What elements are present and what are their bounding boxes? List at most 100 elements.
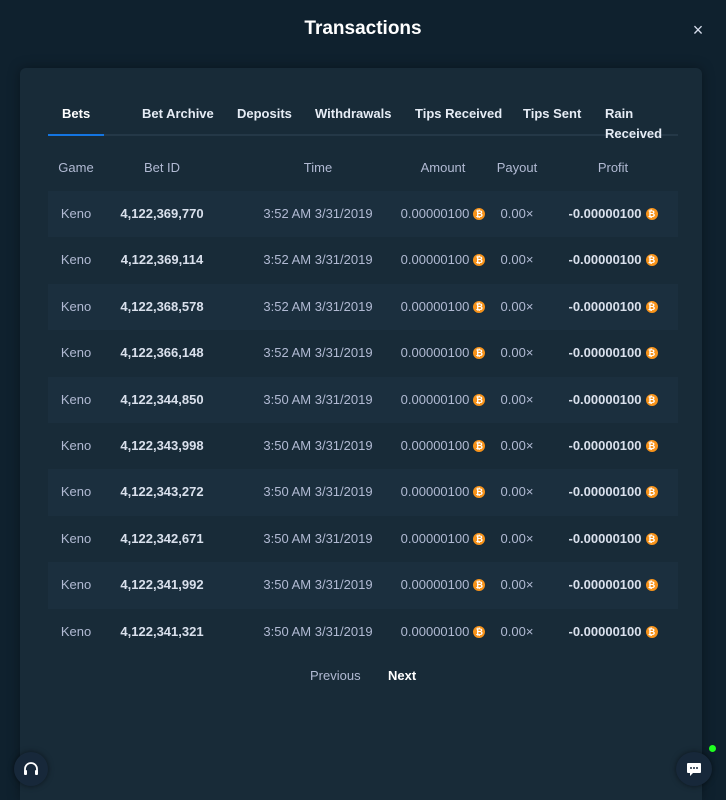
cell-profit-text: -0.00000100	[568, 484, 642, 500]
cell-amount-text: 0.00000100	[400, 252, 470, 268]
cell-time-text: 3:52 AM 3/31/2019	[263, 298, 373, 314]
cell-bet-id-text: 4,122,344,850	[120, 391, 204, 407]
cell-time-text: 3:52 AM 3/31/2019	[263, 252, 373, 268]
cell-profit: -0.00000100	[548, 252, 678, 268]
cell-profit-text: -0.00000100	[568, 530, 642, 546]
cell-game-text: Keno	[60, 391, 92, 407]
table-row[interactable]: Keno 4,122,343,272 3:50 AM 3/31/2019 0.0000…	[48, 469, 678, 516]
cell-payout: 0.00×	[494, 438, 540, 454]
header-payout: Payout	[496, 160, 538, 175]
support-button[interactable]	[14, 752, 48, 786]
transactions-panel: Bets Bet Archive Deposits Withdrawals Ti…	[20, 68, 702, 800]
cell-game-text: Keno	[60, 484, 92, 500]
bitcoin-icon	[473, 579, 486, 592]
cell-profit-text: -0.00000100	[568, 252, 642, 268]
tab-tips-sent[interactable]: Tips Sent	[523, 104, 581, 134]
cell-profit: -0.00000100	[548, 531, 678, 547]
table-row[interactable]: Keno 4,122,369,770 3:52 AM 3/31/2019 0.0000…	[48, 191, 678, 238]
tab-deposits[interactable]: Deposits	[237, 104, 292, 134]
cell-payout: 0.00×	[494, 392, 540, 408]
tab-withdrawals[interactable]: Withdrawals	[315, 104, 391, 134]
cell-game-text: Keno	[60, 252, 92, 268]
cell-payout: 0.00×	[494, 252, 540, 268]
cell-profit-text: -0.00000100	[568, 577, 642, 593]
cell-payout-text: 0.00×	[500, 391, 534, 407]
bitcoin-icon	[473, 347, 486, 360]
cell-game: Keno	[48, 392, 104, 408]
cell-bet-id: 4,122,342,671	[112, 531, 212, 547]
bitcoin-icon	[473, 532, 486, 545]
chat-icon	[687, 763, 701, 776]
cell-payout-text: 0.00×	[500, 437, 534, 453]
tab-rain-received[interactable]: Rain Received	[605, 104, 678, 141]
cell-amount-text: 0.00000100	[400, 577, 470, 593]
bitcoin-icon	[645, 579, 658, 592]
cell-bet-id: 4,122,343,998	[112, 438, 212, 454]
tab-bet-archive[interactable]: Bet Archive	[142, 104, 214, 134]
cell-time-text: 3:50 AM 3/31/2019	[263, 577, 373, 593]
cell-profit-text: -0.00000100	[568, 623, 642, 639]
cell-game-text: Keno	[60, 623, 92, 639]
cell-amount-text: 0.00000100	[400, 391, 470, 407]
cell-bet-id-text: 4,122,343,998	[120, 437, 204, 453]
cell-payout-text: 0.00×	[500, 298, 534, 314]
table-row[interactable]: Keno 4,122,344,850 3:50 AM 3/31/2019 0.0000…	[48, 376, 678, 423]
header-game: Game	[58, 160, 94, 175]
cell-payout: 0.00×	[494, 484, 540, 500]
cell-amount-text: 0.00000100	[400, 206, 470, 221]
cell-amount-text: 0.00000100	[400, 530, 470, 546]
table-row[interactable]: Keno 4,122,366,148 3:52 AM 3/31/2019 0.0000…	[48, 330, 678, 376]
cell-amount-text: 0.00000100	[400, 484, 470, 500]
cell-game-text: Keno	[60, 437, 92, 453]
bitcoin-icon	[473, 625, 486, 638]
cell-payout-text: 0.00×	[500, 252, 534, 268]
tab-bets[interactable]: Bets	[47, 104, 105, 136]
cell-game: Keno	[48, 484, 104, 500]
bitcoin-icon	[473, 393, 486, 406]
table-row[interactable]: Keno 4,122,342,671 3:50 AM 3/31/2019 0.0000…	[48, 516, 678, 562]
table-row[interactable]: Keno 4,122,368,578 3:52 AM 3/31/2019 0.0000…	[48, 283, 678, 331]
cell-payout: 0.00×	[494, 206, 540, 222]
cell-profit: -0.00000100	[548, 484, 678, 500]
cell-game-text: Keno	[60, 345, 92, 361]
cell-time-text: 3:50 AM 3/31/2019	[263, 484, 373, 500]
bitcoin-icon	[645, 532, 658, 545]
cell-profit: -0.00000100	[548, 206, 678, 222]
previous-button[interactable]: Previous	[310, 668, 361, 683]
chat-button[interactable]	[676, 752, 712, 786]
bitcoin-icon	[473, 208, 486, 220]
bitcoin-icon	[645, 486, 658, 499]
cell-game: Keno	[48, 206, 104, 222]
cell-time-text: 3:52 AM 3/31/2019	[263, 345, 373, 361]
cell-bet-id: 4,122,341,321	[112, 624, 212, 640]
table-row[interactable]: Keno 4,122,369,114 3:52 AM 3/31/2019 0.0000…	[48, 237, 678, 283]
table-row[interactable]: Keno 4,122,341,321 3:50 AM 3/31/2019 0.0000…	[48, 609, 678, 655]
cell-bet-id-text: 4,122,341,992	[120, 577, 204, 593]
cell-game: Keno	[48, 252, 104, 268]
cell-profit: -0.00000100	[548, 577, 678, 593]
headset-icon	[24, 762, 38, 775]
next-button[interactable]: Next	[388, 668, 416, 683]
online-status-dot	[709, 745, 716, 752]
bitcoin-icon	[473, 300, 486, 313]
cell-amount-text: 0.00000100	[400, 345, 470, 361]
cell-bet-id: 4,122,366,148	[112, 345, 212, 361]
cell-bet-id-text: 4,122,342,671	[120, 530, 204, 546]
bitcoin-icon	[645, 300, 658, 313]
cell-payout-text: 0.00×	[500, 530, 534, 546]
bitcoin-icon	[645, 347, 658, 360]
cell-bet-id: 4,122,369,770	[112, 206, 212, 222]
bitcoin-icon	[473, 439, 486, 452]
cell-bet-id-text: 4,122,368,578	[120, 298, 204, 314]
close-icon[interactable]: ×	[690, 20, 706, 40]
cell-profit-text: -0.00000100	[568, 437, 642, 453]
cell-profit: -0.00000100	[548, 438, 678, 454]
table-row[interactable]: Keno 4,122,341,992 3:50 AM 3/31/2019 0.0000…	[48, 562, 678, 609]
cell-game: Keno	[48, 345, 104, 361]
cell-amount-text: 0.00000100	[400, 298, 470, 314]
cell-profit: -0.00000100	[548, 392, 678, 408]
cell-time-text: 3:50 AM 3/31/2019	[263, 391, 373, 407]
table-row[interactable]: Keno 4,122,343,998 3:50 AM 3/31/2019 0.0000…	[48, 423, 678, 469]
tab-tips-received[interactable]: Tips Received	[415, 104, 502, 134]
cell-time-text: 3:50 AM 3/31/2019	[263, 437, 373, 453]
